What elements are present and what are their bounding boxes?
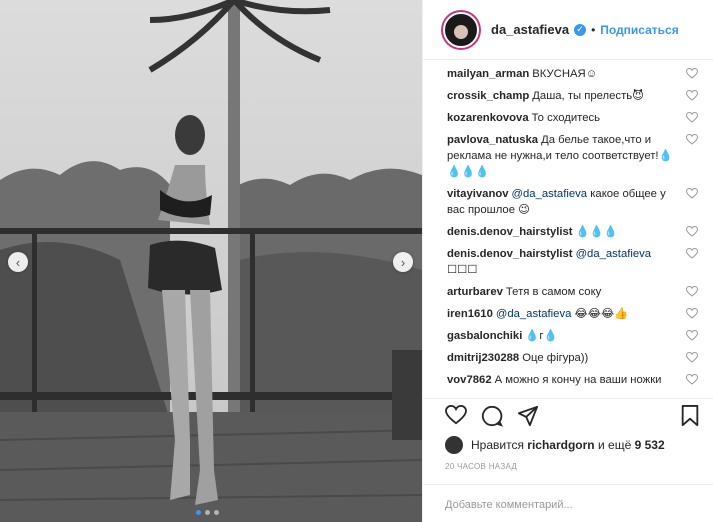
comment-mention[interactable]: @da_astafieva: [512, 188, 588, 200]
comments-list[interactable]: mailyan_arman ВКУСНАЯ☺ crossik_champ Даша, …: [423, 60, 713, 398]
comment-item: crossik_champ Даша, ты прелесть😈: [447, 88, 698, 104]
comment-username[interactable]: pavlova_natuska: [447, 134, 538, 146]
carousel-dot: [196, 510, 201, 515]
comment-username[interactable]: vov7862: [447, 374, 492, 386]
add-comment-area: [423, 484, 713, 522]
comment-text: Оце фігура)): [522, 352, 589, 364]
comment-item: kozarenkovova То сходитесь: [447, 110, 698, 126]
comment-like-heart-icon[interactable]: [686, 68, 698, 79]
comment-like-heart-icon[interactable]: [686, 248, 698, 259]
comment-item: denis.denov_hairstylist 💧💧💧: [447, 224, 698, 240]
chevron-right-icon: ›: [400, 254, 406, 270]
carousel-prev-button[interactable]: ‹: [8, 252, 28, 272]
comment-item: denis.denov_hairstylist @da_astafieva ☐☐☐: [447, 246, 698, 278]
comment-username[interactable]: kozarenkovova: [447, 112, 529, 124]
likes-count[interactable]: 9 532: [635, 438, 665, 452]
carousel-dot: [214, 510, 219, 515]
post-photo: ‹ ›: [0, 0, 422, 522]
comment-item: pavlova_natuska Да белье такое,что и рекл…: [447, 132, 698, 180]
comment-username[interactable]: denis.denov_hairstylist: [447, 226, 573, 238]
carousel-dot: [205, 510, 210, 515]
comment-item: vov7862 А можно я кончу на ваши ножки: [447, 372, 698, 388]
post-username[interactable]: da_astafieva: [491, 22, 569, 37]
comment-username[interactable]: vitayivanov: [447, 188, 509, 200]
comment-text: Даша, ты прелесть😈: [532, 90, 644, 102]
comment-text: 😂😂😂👍: [574, 308, 629, 320]
chevron-left-icon: ‹: [15, 254, 21, 270]
comment-username[interactable]: mailyan_arman: [447, 68, 529, 80]
comment-like-heart-icon[interactable]: [686, 112, 698, 123]
post-header: da_astafieva ✓ • Подписаться: [423, 0, 713, 60]
comment-username[interactable]: dmitrij230288: [447, 352, 519, 364]
comment-text: ☐☐☐: [447, 264, 478, 276]
carousel-next-button[interactable]: ›: [393, 252, 413, 272]
comment-text: А можно я кончу на ваши ножки: [494, 374, 662, 386]
separator: •: [591, 22, 596, 37]
comment-mention[interactable]: @da_astafieva: [576, 248, 652, 260]
comment-item: vitayivanov @da_astafieva какое общее у в…: [447, 186, 698, 218]
comment-like-heart-icon[interactable]: [686, 308, 698, 319]
avatar[interactable]: [443, 11, 479, 48]
comment-like-heart-icon[interactable]: [686, 330, 698, 341]
share-icon[interactable]: [517, 405, 539, 427]
comment-like-heart-icon[interactable]: [686, 286, 698, 297]
comment-like-heart-icon[interactable]: [686, 134, 698, 145]
action-bar: [423, 398, 713, 432]
comment-username[interactable]: gasbalonchiki: [447, 330, 522, 342]
comment-username[interactable]: iren1610: [447, 308, 493, 320]
liker-avatar: [445, 436, 463, 454]
comment-item: mailyan_arman ВКУСНАЯ☺: [447, 66, 698, 82]
post-time[interactable]: 20 часов назад: [445, 462, 517, 471]
comment-text: ВКУСНАЯ☺: [532, 68, 598, 80]
comment-like-heart-icon[interactable]: [686, 90, 698, 101]
comment-text: 💧г💧: [525, 330, 558, 342]
liker-username[interactable]: richardgorn: [527, 438, 594, 452]
comment-username[interactable]: denis.denov_hairstylist: [447, 248, 573, 260]
bookmark-icon[interactable]: [681, 405, 699, 427]
comment-text: 💧💧💧: [575, 226, 618, 238]
comment-text: То сходитесь: [531, 112, 601, 124]
comment-like-heart-icon[interactable]: [686, 352, 698, 363]
likes-middle: и ещё: [597, 438, 632, 452]
comment-like-heart-icon[interactable]: [686, 226, 698, 237]
comment-like-heart-icon[interactable]: [686, 374, 698, 385]
follow-button[interactable]: Подписаться: [600, 23, 678, 37]
verified-icon: ✓: [574, 23, 587, 36]
comment-text: Тетя в самом соку: [505, 286, 602, 298]
comment-item: iren1610 @da_astafieva 😂😂😂👍: [447, 306, 698, 322]
comment-username[interactable]: arturbarev: [447, 286, 503, 298]
comment-item: arturbarev Тетя в самом соку: [447, 284, 698, 300]
comment-mention[interactable]: @da_astafieva: [496, 308, 572, 320]
comment-icon[interactable]: [481, 405, 503, 427]
heart-icon[interactable]: [445, 405, 467, 425]
likes-prefix: Нравится: [471, 438, 524, 452]
comment-item: gasbalonchiki 💧г💧: [447, 328, 698, 344]
likes-summary[interactable]: Нравится richardgorn и ещё 9 532: [445, 436, 665, 454]
comment-username[interactable]: crossik_champ: [447, 90, 529, 102]
carousel-dots: [196, 510, 219, 515]
comment-input[interactable]: [445, 499, 692, 511]
photo-image: [0, 0, 422, 522]
post-sidebar: da_astafieva ✓ • Подписаться mailyan_arm…: [422, 0, 713, 522]
comment-item: dmitrij230288 Оце фігура)): [447, 350, 698, 366]
comment-like-heart-icon[interactable]: [686, 188, 698, 199]
